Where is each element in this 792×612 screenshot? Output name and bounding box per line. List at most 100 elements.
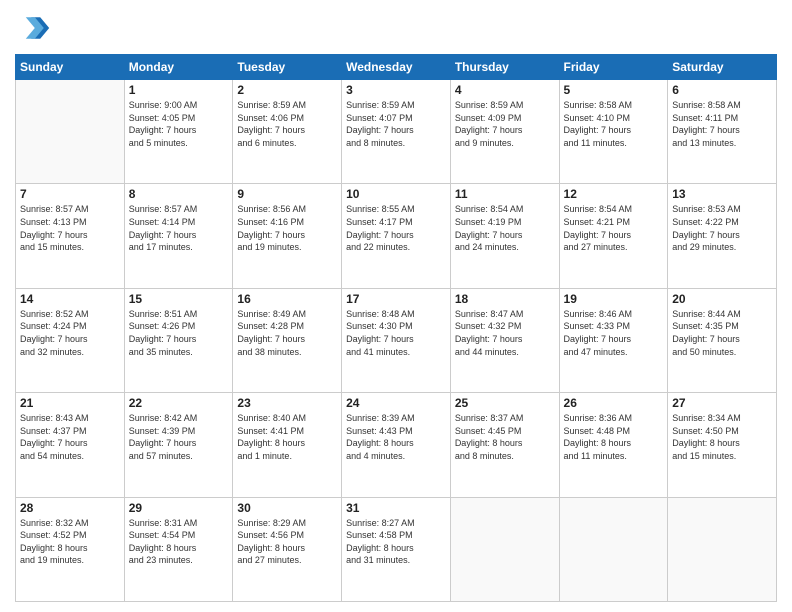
day-number: 23 [237,396,337,410]
day-info: Sunrise: 8:36 AM Sunset: 4:48 PM Dayligh… [564,412,664,462]
day-number: 27 [672,396,772,410]
day-cell: 6 Sunrise: 8:58 AM Sunset: 4:11 PM Daylig… [668,80,777,184]
day-info: Sunrise: 8:59 AM Sunset: 4:07 PM Dayligh… [346,99,446,149]
day-number: 4 [455,83,555,97]
day-cell: 16 Sunrise: 8:49 AM Sunset: 4:28 PM Dayli… [233,288,342,392]
day-cell: 2 Sunrise: 8:59 AM Sunset: 4:06 PM Daylig… [233,80,342,184]
day-number: 14 [20,292,120,306]
day-cell [559,497,668,601]
day-number: 16 [237,292,337,306]
day-info: Sunrise: 8:39 AM Sunset: 4:43 PM Dayligh… [346,412,446,462]
day-number: 9 [237,187,337,201]
day-info: Sunrise: 8:47 AM Sunset: 4:32 PM Dayligh… [455,308,555,358]
day-info: Sunrise: 8:59 AM Sunset: 4:06 PM Dayligh… [237,99,337,149]
day-cell: 20 Sunrise: 8:44 AM Sunset: 4:35 PM Dayli… [668,288,777,392]
day-number: 12 [564,187,664,201]
day-number: 2 [237,83,337,97]
day-number: 10 [346,187,446,201]
day-cell: 4 Sunrise: 8:59 AM Sunset: 4:09 PM Daylig… [450,80,559,184]
day-info: Sunrise: 8:32 AM Sunset: 4:52 PM Dayligh… [20,517,120,567]
day-cell [16,80,125,184]
day-info: Sunrise: 8:40 AM Sunset: 4:41 PM Dayligh… [237,412,337,462]
day-info: Sunrise: 8:59 AM Sunset: 4:09 PM Dayligh… [455,99,555,149]
day-cell: 14 Sunrise: 8:52 AM Sunset: 4:24 PM Dayli… [16,288,125,392]
day-info: Sunrise: 8:43 AM Sunset: 4:37 PM Dayligh… [20,412,120,462]
day-info: Sunrise: 8:53 AM Sunset: 4:22 PM Dayligh… [672,203,772,253]
day-cell: 19 Sunrise: 8:46 AM Sunset: 4:33 PM Dayli… [559,288,668,392]
week-row-5: 28 Sunrise: 8:32 AM Sunset: 4:52 PM Dayli… [16,497,777,601]
day-cell [450,497,559,601]
day-number: 18 [455,292,555,306]
day-number: 20 [672,292,772,306]
weekday-monday: Monday [124,55,233,80]
day-info: Sunrise: 8:54 AM Sunset: 4:21 PM Dayligh… [564,203,664,253]
day-number: 21 [20,396,120,410]
day-cell: 25 Sunrise: 8:37 AM Sunset: 4:45 PM Dayli… [450,393,559,497]
day-cell: 8 Sunrise: 8:57 AM Sunset: 4:14 PM Daylig… [124,184,233,288]
day-info: Sunrise: 8:56 AM Sunset: 4:16 PM Dayligh… [237,203,337,253]
day-number: 24 [346,396,446,410]
header [15,10,777,46]
day-number: 13 [672,187,772,201]
day-cell: 30 Sunrise: 8:29 AM Sunset: 4:56 PM Dayli… [233,497,342,601]
day-cell [668,497,777,601]
day-cell: 18 Sunrise: 8:47 AM Sunset: 4:32 PM Dayli… [450,288,559,392]
day-number: 26 [564,396,664,410]
day-info: Sunrise: 8:58 AM Sunset: 4:10 PM Dayligh… [564,99,664,149]
day-number: 25 [455,396,555,410]
day-info: Sunrise: 8:54 AM Sunset: 4:19 PM Dayligh… [455,203,555,253]
calendar-table: SundayMondayTuesdayWednesdayThursdayFrid… [15,54,777,602]
day-number: 8 [129,187,229,201]
day-number: 6 [672,83,772,97]
week-row-2: 7 Sunrise: 8:57 AM Sunset: 4:13 PM Daylig… [16,184,777,288]
day-cell: 7 Sunrise: 8:57 AM Sunset: 4:13 PM Daylig… [16,184,125,288]
logo-icon [15,10,51,46]
day-info: Sunrise: 9:00 AM Sunset: 4:05 PM Dayligh… [129,99,229,149]
day-cell: 9 Sunrise: 8:56 AM Sunset: 4:16 PM Daylig… [233,184,342,288]
day-info: Sunrise: 8:49 AM Sunset: 4:28 PM Dayligh… [237,308,337,358]
day-info: Sunrise: 8:55 AM Sunset: 4:17 PM Dayligh… [346,203,446,253]
day-info: Sunrise: 8:51 AM Sunset: 4:26 PM Dayligh… [129,308,229,358]
day-info: Sunrise: 8:34 AM Sunset: 4:50 PM Dayligh… [672,412,772,462]
day-number: 11 [455,187,555,201]
day-cell: 15Sunrise: 8:51 AM Sunset: 4:26 PM Dayli… [124,288,233,392]
page: SundayMondayTuesdayWednesdayThursdayFrid… [0,0,792,612]
day-cell: 26 Sunrise: 8:36 AM Sunset: 4:48 PM Dayli… [559,393,668,497]
day-info: Sunrise: 8:48 AM Sunset: 4:30 PM Dayligh… [346,308,446,358]
day-info: Sunrise: 8:27 AM Sunset: 4:58 PM Dayligh… [346,517,446,567]
week-row-4: 21 Sunrise: 8:43 AM Sunset: 4:37 PM Dayli… [16,393,777,497]
day-cell: 13 Sunrise: 8:53 AM Sunset: 4:22 PM Dayli… [668,184,777,288]
day-cell: 31Sunrise: 8:27 AM Sunset: 4:58 PM Dayli… [342,497,451,601]
day-cell: 22Sunrise: 8:42 AM Sunset: 4:39 PM Dayli… [124,393,233,497]
day-info: Sunrise: 8:46 AM Sunset: 4:33 PM Dayligh… [564,308,664,358]
day-number: 19 [564,292,664,306]
day-number: 1 [129,83,229,97]
day-info: Sunrise: 8:57 AM Sunset: 4:14 PM Dayligh… [129,203,229,253]
day-number: 5 [564,83,664,97]
weekday-sunday: Sunday [16,55,125,80]
day-info: Sunrise: 8:37 AM Sunset: 4:45 PM Dayligh… [455,412,555,462]
week-row-1: 1 Sunrise: 9:00 AM Sunset: 4:05 PM Daylig… [16,80,777,184]
weekday-friday: Friday [559,55,668,80]
logo [15,10,55,46]
day-cell: 27 Sunrise: 8:34 AM Sunset: 4:50 PM Dayli… [668,393,777,497]
day-info: Sunrise: 8:52 AM Sunset: 4:24 PM Dayligh… [20,308,120,358]
weekday-saturday: Saturday [668,55,777,80]
day-number: 28 [20,501,120,515]
day-info: Sunrise: 8:29 AM Sunset: 4:56 PM Dayligh… [237,517,337,567]
day-cell: 29Sunrise: 8:31 AM Sunset: 4:54 PM Dayli… [124,497,233,601]
day-cell: 10 Sunrise: 8:55 AM Sunset: 4:17 PM Dayli… [342,184,451,288]
weekday-wednesday: Wednesday [342,55,451,80]
day-cell: 23 Sunrise: 8:40 AM Sunset: 4:41 PM Dayli… [233,393,342,497]
week-row-3: 14 Sunrise: 8:52 AM Sunset: 4:24 PM Dayli… [16,288,777,392]
day-info: Sunrise: 8:57 AM Sunset: 4:13 PM Dayligh… [20,203,120,253]
day-number: 3 [346,83,446,97]
weekday-header-row: SundayMondayTuesdayWednesdayThursdayFrid… [16,55,777,80]
day-number: 30 [237,501,337,515]
day-number: 17 [346,292,446,306]
day-cell: 1 Sunrise: 9:00 AM Sunset: 4:05 PM Daylig… [124,80,233,184]
day-info: Sunrise: 8:44 AM Sunset: 4:35 PM Dayligh… [672,308,772,358]
weekday-thursday: Thursday [450,55,559,80]
day-number: 7 [20,187,120,201]
day-info: Sunrise: 8:58 AM Sunset: 4:11 PM Dayligh… [672,99,772,149]
